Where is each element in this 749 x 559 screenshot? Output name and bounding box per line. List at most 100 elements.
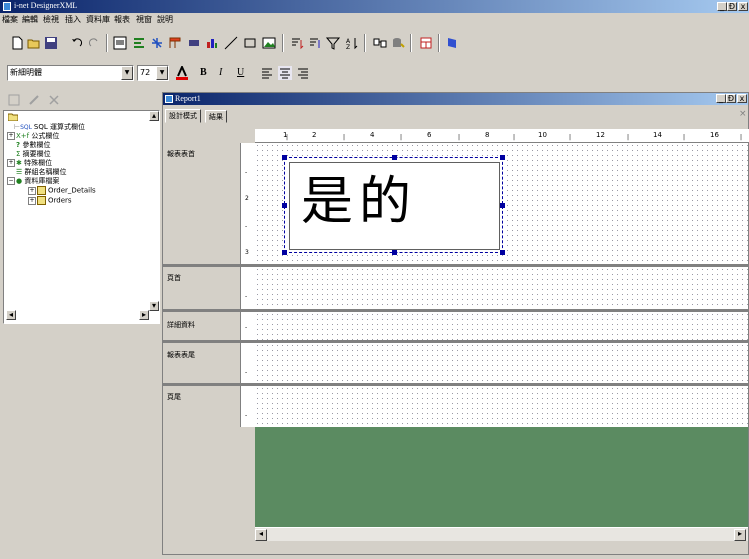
bold-button[interactable]: B (200, 67, 207, 78)
undo-icon[interactable] (70, 36, 84, 50)
insert-field-icon[interactable] (132, 36, 146, 50)
resize-handle[interactable] (500, 250, 505, 255)
save-icon[interactable] (44, 36, 58, 50)
scroll-down-arrow[interactable]: ▾ (149, 301, 159, 311)
field-explorer-icon[interactable] (113, 36, 127, 50)
restore-button[interactable]: Ɖ (727, 2, 737, 11)
menu-database[interactable]: 資料庫 (86, 14, 110, 25)
select-expert-icon[interactable] (308, 36, 322, 50)
resize-handle[interactable] (500, 155, 505, 160)
details-canvas[interactable] (255, 312, 748, 340)
report-close-button[interactable]: x (737, 94, 747, 103)
scroll-up-arrow[interactable]: ▴ (149, 111, 159, 121)
open-folder-icon[interactable] (27, 36, 41, 50)
scroll-left-arrow[interactable]: ◂ (255, 529, 267, 541)
database-expert-icon[interactable] (373, 36, 387, 50)
menu-window[interactable]: 視窗 (136, 14, 152, 25)
page-header-canvas[interactable] (255, 267, 748, 309)
report-minimize-button[interactable]: _ (716, 94, 726, 103)
vertical-ruler: - (240, 312, 255, 340)
ruler-number: 16 (710, 131, 719, 139)
align-right-icon[interactable] (296, 66, 310, 80)
section-expert-icon[interactable] (419, 36, 433, 50)
sort-icon[interactable] (290, 36, 304, 50)
title-bar: i-net DesignerXML _ Ɖ x (0, 0, 749, 13)
vertical-ruler: - (240, 267, 255, 309)
font-name-select[interactable]: 新細明體 ▼ (7, 65, 134, 81)
insert-chart-icon[interactable] (205, 36, 219, 50)
resize-handle[interactable] (392, 155, 397, 160)
box-tool-icon[interactable] (243, 36, 257, 50)
chevron-down-icon[interactable]: ▼ (156, 66, 168, 80)
filter-icon[interactable] (326, 36, 340, 50)
tab-design[interactable]: 設計模式 (165, 109, 201, 123)
page-footer-canvas[interactable] (255, 386, 748, 427)
menu-insert[interactable]: 插入 (65, 14, 81, 25)
scroll-right-arrow[interactable]: ▸ (139, 310, 149, 320)
toolbar-separator (106, 34, 108, 52)
insert-crosstab-icon[interactable] (168, 36, 182, 50)
align-center-icon[interactable] (278, 66, 292, 80)
new-file-icon[interactable] (10, 36, 24, 50)
tree-item-database[interactable]: − ● 資料庫檔案 (7, 176, 59, 186)
insert-group-icon[interactable] (150, 36, 164, 50)
empty-report-area (255, 427, 748, 527)
connect-database-icon[interactable] (391, 36, 405, 50)
section-label-report-footer[interactable]: 報表表尾 (167, 350, 195, 360)
ruler-number: 8 (485, 131, 490, 139)
font-color-icon[interactable] (175, 66, 189, 80)
menu-file[interactable]: 檔案 (2, 14, 18, 25)
line-tool-icon[interactable] (224, 36, 238, 50)
menu-report[interactable]: 報表 (114, 14, 130, 25)
tab-result[interactable]: 結果 (205, 110, 227, 123)
redo-icon[interactable] (87, 36, 101, 50)
edit-pencil-icon[interactable] (28, 94, 40, 106)
tree-item-orders[interactable]: + Orders (28, 196, 72, 205)
minimize-button[interactable]: _ (717, 2, 727, 11)
horizontal-ruler: | 2 | 4 | 6 | 8 | 10 | 12 | 14 | 16 | (255, 129, 749, 143)
font-size-select[interactable]: 72 ▼ (137, 65, 169, 81)
close-button[interactable]: x (738, 2, 748, 11)
menu-help[interactable]: 說明 (157, 14, 173, 25)
picture-tool-icon[interactable] (262, 36, 276, 50)
section-label-page-header[interactable]: 頁首 (167, 273, 181, 283)
scroll-left-arrow[interactable]: ◂ (6, 310, 16, 320)
menu-edit[interactable]: 編輯 (22, 14, 38, 25)
horizontal-scrollbar[interactable]: ◂ ▸ (255, 527, 748, 541)
ruler-number: 6 (427, 131, 432, 139)
align-left-icon[interactable] (260, 66, 274, 80)
report-restore-button[interactable]: Ɖ (726, 94, 736, 103)
chevron-down-icon[interactable]: ▼ (121, 66, 133, 80)
vertical-ruler: - (240, 343, 255, 383)
italic-button[interactable]: I (219, 67, 222, 78)
resize-handle[interactable] (282, 203, 287, 208)
section-label-page-footer[interactable]: 頁尾 (167, 392, 181, 402)
font-name-value: 新細明體 (10, 68, 42, 77)
underline-button[interactable]: U (237, 67, 244, 78)
resize-handle[interactable] (282, 250, 287, 255)
delete-x-icon[interactable] (48, 94, 60, 106)
ruler-number: 2 (312, 131, 317, 139)
report-footer-canvas[interactable] (255, 343, 748, 383)
resize-handle[interactable] (500, 203, 505, 208)
insert-summary-icon[interactable] (187, 36, 201, 50)
resize-handle[interactable] (392, 250, 397, 255)
svg-text:Z: Z (346, 44, 350, 50)
menu-view[interactable]: 檢視 (43, 14, 59, 25)
resize-handle[interactable] (282, 155, 287, 160)
app-icon (3, 2, 11, 11)
text-object[interactable]: 是的 (282, 155, 505, 255)
preview-icon[interactable] (445, 36, 459, 50)
font-size-value: 72 (140, 68, 151, 77)
toolbar-separator (282, 34, 284, 52)
menu-bar: 檔案 編輯 檢視 插入 資料庫 報表 視窗 說明 (0, 13, 749, 26)
browse-icon[interactable] (8, 94, 20, 106)
left-panel-toolbar (0, 90, 160, 110)
toolbar-separator (438, 34, 440, 52)
section-label-details[interactable]: 詳細資料 (167, 320, 195, 330)
section-label-report-header[interactable]: 報表表首 (167, 149, 195, 159)
sort-order-icon[interactable]: AZ (345, 36, 359, 50)
tree-item-order-details[interactable]: + Order_Details (28, 186, 96, 195)
scroll-right-arrow[interactable]: ▸ (734, 529, 746, 541)
close-tab-icon[interactable]: × (739, 109, 747, 119)
